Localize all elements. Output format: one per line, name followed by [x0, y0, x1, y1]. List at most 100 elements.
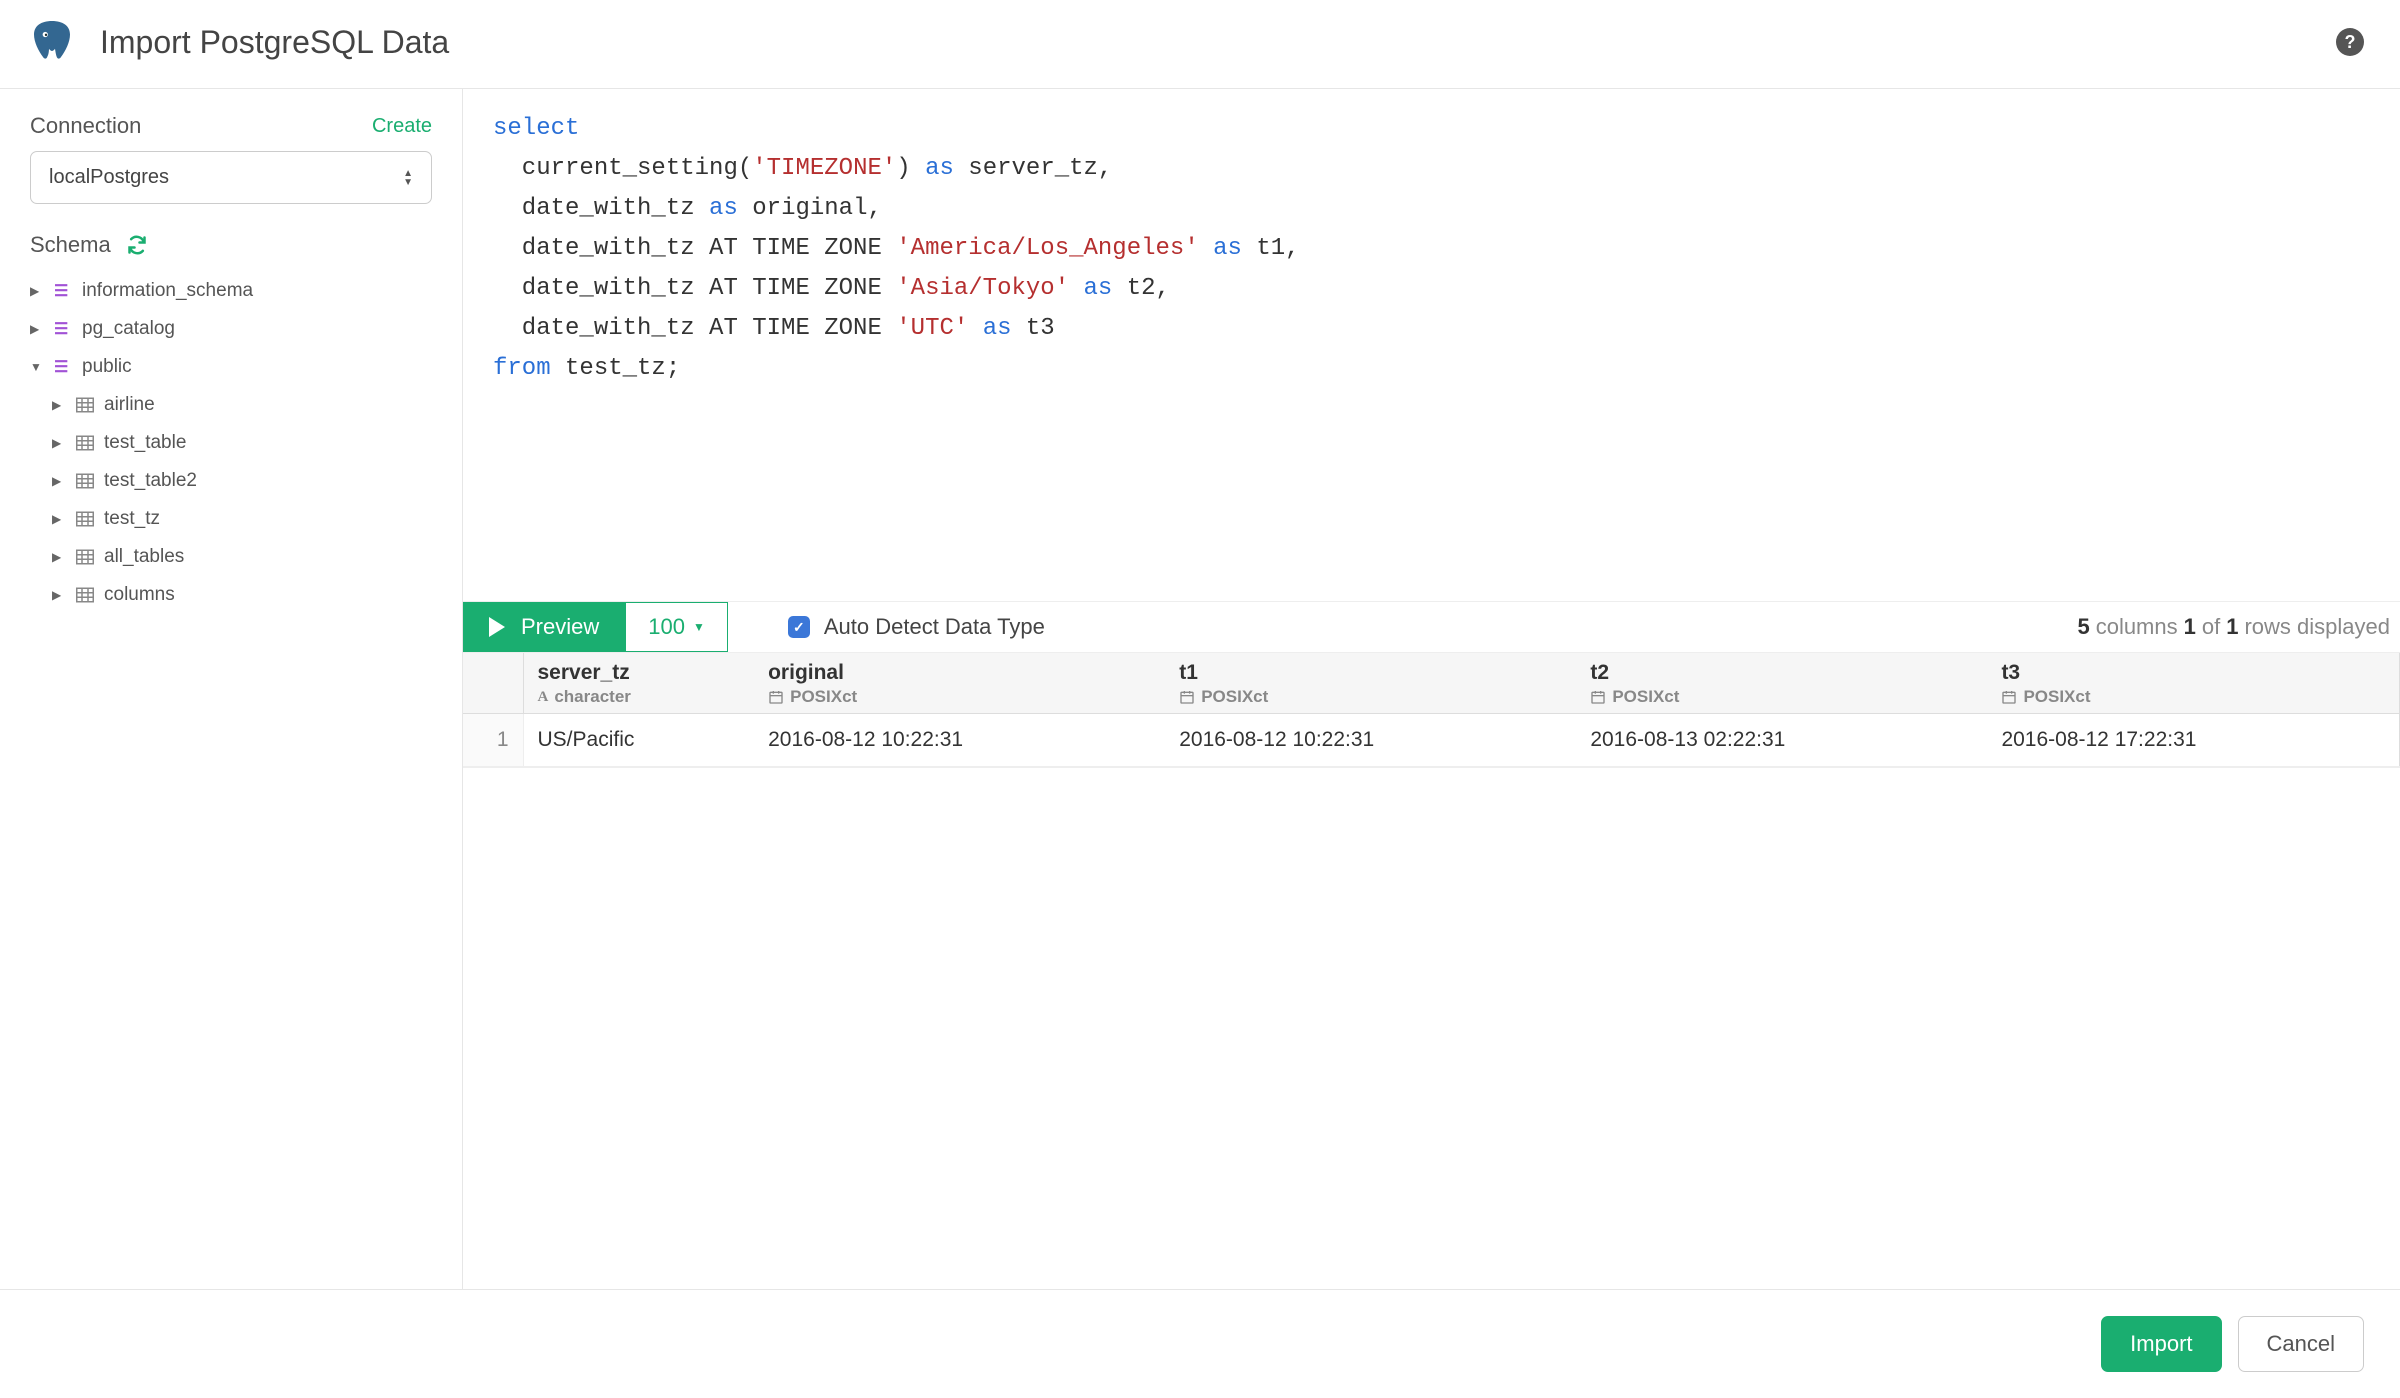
of-word: of — [2202, 614, 2220, 640]
postgres-logo — [28, 18, 76, 66]
table-icon — [76, 397, 94, 413]
column-type: POSIXct — [2001, 687, 2385, 707]
caret-icon: ▶ — [52, 512, 66, 526]
header: Import PostgreSQL Data ? — [0, 0, 2400, 89]
column-type: Acharacter — [538, 687, 741, 707]
table-item-airline[interactable]: ▶ airline — [52, 386, 432, 424]
preview-button-label: Preview — [521, 614, 599, 640]
caret-icon: ▶ — [52, 550, 66, 564]
cell: 2016-08-13 02:22:31 — [1576, 714, 1987, 767]
schema-item-label: public — [82, 356, 132, 378]
table-icon — [76, 473, 94, 489]
caret-icon: ▶ — [30, 284, 44, 298]
results-table: server_tzAcharacteroriginalPOSIXctt1POSI… — [463, 653, 2400, 767]
row-number: 1 — [463, 714, 523, 767]
connection-select[interactable]: localPostgres ▲▼ — [30, 151, 432, 204]
schema-icon: ☰ — [54, 357, 72, 377]
cell: 2016-08-12 10:22:31 — [1165, 714, 1576, 767]
cell: 2016-08-12 17:22:31 — [1987, 714, 2399, 767]
datetime-type-icon — [1590, 689, 1606, 705]
column-type: POSIXct — [768, 687, 1151, 707]
cell: 2016-08-12 10:22:31 — [754, 714, 1165, 767]
connection-label: Connection — [30, 113, 141, 139]
main: Connection Create localPostgres ▲▼ Schem… — [0, 89, 2400, 1289]
table-item-all_tables[interactable]: ▶ all_tables — [52, 538, 432, 576]
cancel-button[interactable]: Cancel — [2238, 1316, 2364, 1372]
table-item-label: test_table — [104, 432, 186, 454]
column-name: t3 — [2001, 661, 2385, 685]
table-item-label: airline — [104, 394, 155, 416]
schema-item-public[interactable]: ▼ ☰ public — [30, 348, 432, 386]
table-item-test_tz[interactable]: ▶test_tz — [52, 500, 432, 538]
table-icon — [76, 587, 94, 603]
table-item-test_table2[interactable]: ▶ test_table2 — [52, 462, 432, 500]
preview-bar: Preview 100 ▼ ✓ Auto Detect Data Type 5 … — [463, 601, 2400, 653]
schema-item-information_schema[interactable]: ▶☰information_schema — [30, 272, 432, 310]
datetime-type-icon — [2001, 689, 2017, 705]
table-icon — [76, 549, 94, 565]
schema-icon: ☰ — [54, 319, 72, 339]
content: select current_setting('TIMEZONE') as se… — [463, 89, 2400, 1289]
table-item-label: columns — [104, 584, 175, 606]
rows-total: 1 — [2226, 614, 2238, 640]
result-stats: 5 columns 1 of 1 rows displayed — [2077, 602, 2400, 652]
column-header-t1[interactable]: t1POSIXct — [1165, 653, 1576, 714]
refresh-schema-icon[interactable] — [127, 235, 147, 255]
help-icon[interactable]: ? — [2336, 28, 2364, 56]
schema-item-label: pg_catalog — [82, 318, 175, 340]
sql-editor[interactable]: select current_setting('TIMEZONE') as se… — [463, 89, 2400, 601]
caret-icon: ▶ — [52, 588, 66, 602]
preview-button[interactable]: Preview — [463, 602, 625, 652]
results-wrap: server_tzAcharacteroriginalPOSIXctt1POSI… — [463, 653, 2400, 768]
table-item-columns[interactable]: ▶ columns — [52, 576, 432, 614]
column-name: t1 — [1179, 661, 1562, 685]
page-title: Import PostgreSQL Data — [100, 24, 2336, 61]
schema-section-header: Schema — [30, 232, 432, 258]
character-type-icon: A — [538, 689, 549, 706]
columns-word: columns — [2096, 614, 2178, 640]
rows-shown: 1 — [2184, 614, 2196, 640]
caret-icon: ▶ — [52, 398, 66, 412]
table-item-test_table[interactable]: ▶ test_table — [52, 424, 432, 462]
select-chevrons-icon: ▲▼ — [403, 169, 413, 187]
column-name: server_tz — [538, 661, 741, 685]
table-row[interactable]: 1US/Pacific2016-08-12 10:22:312016-08-12… — [463, 714, 2400, 767]
datetime-type-icon — [1179, 689, 1195, 705]
column-header-server_tz[interactable]: server_tzAcharacter — [523, 653, 754, 714]
rows-word: rows displayed — [2244, 614, 2390, 640]
column-count: 5 — [2077, 614, 2089, 640]
column-header-t3[interactable]: t3POSIXct — [1987, 653, 2399, 714]
schema-tree: ▶☰information_schema▶☰pg_catalog▼☰public… — [30, 272, 432, 614]
schema-label: Schema — [30, 232, 111, 258]
column-type: POSIXct — [1179, 687, 1562, 707]
checkbox-checked-icon: ✓ — [788, 616, 810, 638]
auto-detect-checkbox[interactable]: ✓ Auto Detect Data Type — [728, 602, 1085, 652]
column-name: original — [768, 661, 1151, 685]
row-limit-dropdown[interactable]: 100 ▼ — [625, 602, 728, 652]
column-header-t2[interactable]: t2POSIXct — [1576, 653, 1987, 714]
column-header-original[interactable]: originalPOSIXct — [754, 653, 1165, 714]
auto-detect-label: Auto Detect Data Type — [824, 614, 1045, 640]
caret-icon: ▶ — [52, 436, 66, 450]
create-connection-link[interactable]: Create — [372, 115, 432, 138]
row-limit-value: 100 — [648, 614, 685, 640]
schema-item-label: information_schema — [82, 280, 253, 302]
table-icon — [76, 435, 94, 451]
caret-icon: ▼ — [30, 360, 44, 374]
table-item-label: all_tables — [104, 546, 184, 568]
cell: US/Pacific — [523, 714, 754, 767]
caret-icon: ▶ — [30, 322, 44, 336]
datetime-type-icon — [768, 689, 784, 705]
play-icon — [489, 617, 505, 637]
table-icon — [76, 511, 94, 527]
rownum-header — [463, 653, 523, 714]
connection-select-value: localPostgres — [49, 166, 169, 189]
sidebar: Connection Create localPostgres ▲▼ Schem… — [0, 89, 463, 1289]
schema-item-pg_catalog[interactable]: ▶ ☰ pg_catalog — [30, 310, 432, 348]
table-item-label: test_table2 — [104, 470, 197, 492]
caret-icon: ▶ — [52, 474, 66, 488]
connection-section-header: Connection Create — [30, 113, 432, 139]
caret-down-icon: ▼ — [693, 620, 705, 634]
import-button[interactable]: Import — [2101, 1316, 2221, 1372]
footer: Import Cancel — [0, 1289, 2400, 1398]
